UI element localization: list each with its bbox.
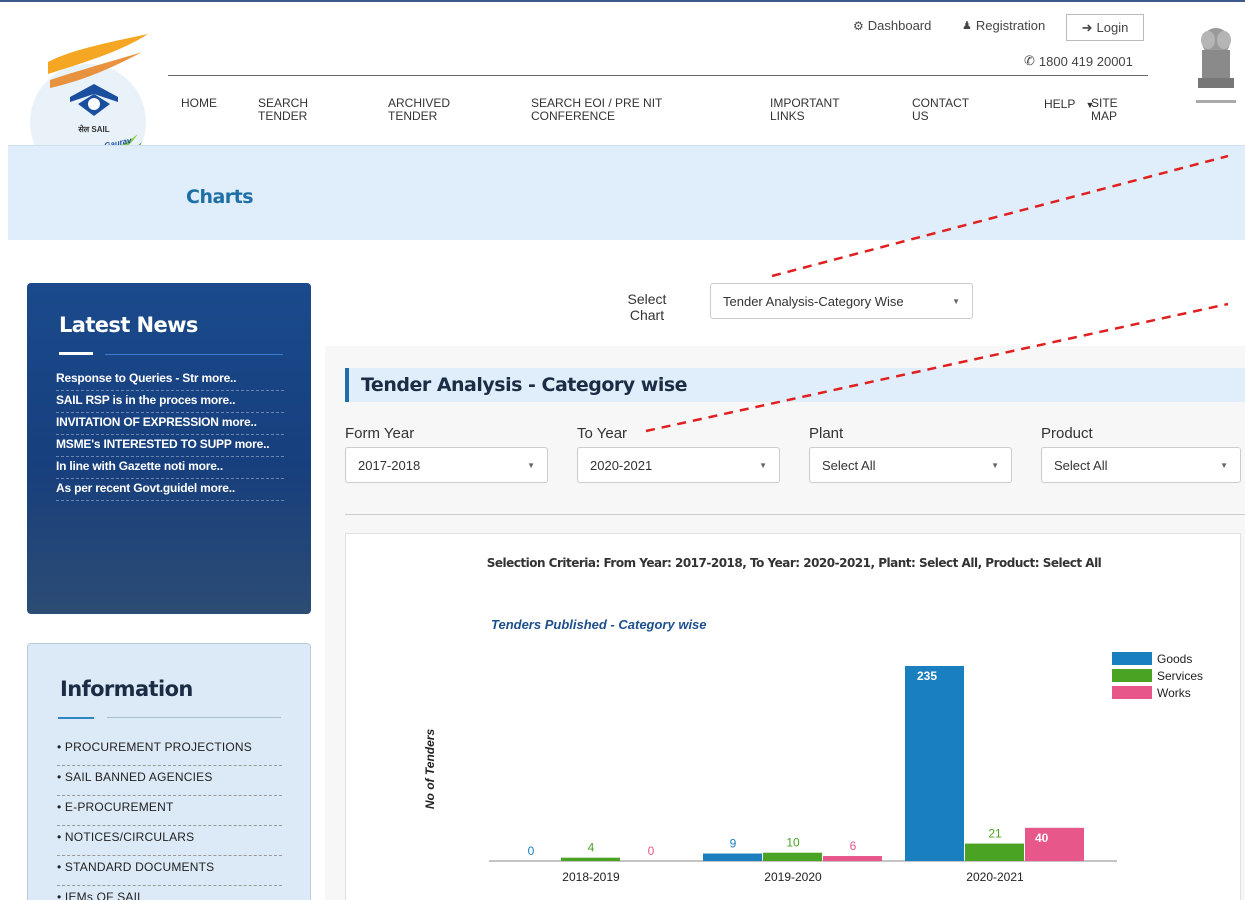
x-tick-label: 2019-2020	[764, 870, 822, 884]
news-item[interactable]: SAIL RSP is in the proces more..	[56, 391, 284, 413]
y-axis-label: No of Tenders	[423, 729, 437, 810]
news-item[interactable]: In line with Gazette noti more..	[56, 457, 284, 479]
title-underline-line	[105, 354, 283, 355]
legend-swatch	[1112, 686, 1152, 699]
information-panel: Information • PROCUREMENT PROJECTIONS • …	[27, 643, 311, 900]
to-year-select[interactable]: 2020-2021 ▼	[577, 447, 780, 483]
filter-divider	[345, 514, 1245, 515]
plant-select[interactable]: Select All ▼	[809, 447, 1012, 483]
select-chart-label: Select Chart	[627, 291, 667, 323]
news-item[interactable]: MSME's INTERESTED TO SUPP more..	[56, 435, 284, 457]
section-header: Tender Analysis - Category wise	[345, 368, 1245, 402]
user-icon: ♟	[962, 20, 972, 32]
top-border	[0, 0, 1245, 2]
news-item[interactable]: Response to Queries - Str more..	[56, 369, 284, 391]
nav-help[interactable]: HELP ▼	[1044, 97, 1094, 111]
bar-works	[823, 856, 882, 861]
x-tick-label: 2020-2021	[966, 870, 1024, 884]
chevron-down-icon: ▼	[952, 297, 960, 306]
data-label: 0	[528, 844, 535, 858]
data-label: 40	[1035, 831, 1049, 845]
chevron-down-icon: ▼	[1220, 461, 1228, 470]
bar-works	[1025, 827, 1084, 861]
x-tick-label: 2018-2019	[562, 870, 620, 884]
nav-search-tender[interactable]: SEARCH TENDER	[258, 97, 318, 123]
product-select[interactable]: Select All ▼	[1041, 447, 1241, 483]
legend-label: Services	[1157, 669, 1203, 683]
news-list: Response to Queries - Str more.. SAIL RS…	[56, 369, 284, 501]
tenders-chart: Tenders Published - Category wise No of T…	[423, 617, 1203, 900]
chart-title: Tenders Published - Category wise	[491, 617, 707, 632]
info-link[interactable]: • NOTICES/CIRCULARS	[57, 826, 282, 856]
data-label: 4	[588, 841, 595, 855]
legend-label: Goods	[1157, 652, 1192, 666]
select-chart-dropdown[interactable]: Tender Analysis-Category Wise ▼	[710, 283, 973, 319]
to-year-label: To Year	[577, 425, 628, 442]
data-label: 235	[917, 669, 937, 683]
sign-in-icon: ➜	[1081, 19, 1093, 35]
chevron-down-icon: ▼	[759, 461, 767, 470]
chevron-down-icon: ▼	[991, 461, 999, 470]
title-underline-line	[107, 717, 281, 718]
news-item[interactable]: As per recent Govt.guidel more..	[56, 479, 284, 501]
data-label: 6	[850, 839, 857, 853]
information-list: • PROCUREMENT PROJECTIONS • SAIL BANNED …	[57, 736, 282, 900]
helpline-phone: ✆ 1800 419 20001	[1024, 53, 1133, 69]
chart-card: Selection Criteria: From Year: 2017-2018…	[345, 533, 1241, 900]
data-label: 9	[730, 837, 737, 851]
logo-mark: सेल SAIL	[77, 124, 109, 134]
nav-site-map[interactable]: SITE MAP	[1091, 97, 1131, 123]
legend-swatch	[1112, 669, 1152, 682]
chevron-down-icon: ▼	[527, 461, 535, 470]
nav-important-links[interactable]: IMPORTANT LINKS	[770, 97, 850, 123]
data-label: 10	[786, 836, 800, 850]
data-label: 0	[648, 844, 655, 858]
bar-services	[965, 843, 1024, 861]
login-button[interactable]: ➜ Login	[1066, 14, 1144, 41]
nav-divider	[168, 75, 1148, 76]
plant-label: Plant	[809, 425, 844, 442]
nav-search-eoi[interactable]: SEARCH EOI / PRE NIT CONFERENCE	[531, 97, 701, 123]
national-emblem	[1188, 20, 1245, 110]
info-link[interactable]: • E-PROCUREMENT	[57, 796, 282, 826]
legend-label: Works	[1157, 686, 1191, 700]
dashboard-link[interactable]: ⚙ Dashboard	[853, 18, 931, 33]
nav-home[interactable]: HOME	[181, 97, 217, 110]
registration-link[interactable]: ♟ Registration	[962, 18, 1045, 33]
title-underline	[58, 717, 94, 719]
bar-goods	[703, 853, 762, 861]
phone-icon: ✆	[1024, 53, 1035, 68]
info-link[interactable]: • PROCUREMENT PROJECTIONS	[57, 736, 282, 766]
dashboard-icon: ⚙	[853, 18, 864, 33]
page-banner: Charts	[8, 145, 1245, 240]
latest-news-panel: Latest News Response to Queries - Str mo…	[27, 283, 311, 614]
title-underline	[59, 352, 93, 355]
information-title: Information	[60, 677, 193, 701]
info-link[interactable]: • IEMs OF SAIL	[57, 886, 282, 900]
page-title: Charts	[186, 186, 254, 208]
nav-archived-tender[interactable]: ARCHIVED TENDER	[388, 97, 458, 123]
data-label: 21	[988, 827, 1002, 841]
section-title: Tender Analysis - Category wise	[361, 374, 688, 396]
product-label: Product	[1041, 425, 1093, 442]
latest-news-title: Latest News	[59, 313, 198, 337]
bar-services	[763, 852, 822, 861]
from-year-select[interactable]: 2017-2018 ▼	[345, 447, 548, 483]
info-link[interactable]: • SAIL BANNED AGENCIES	[57, 766, 282, 796]
info-link[interactable]: • STANDARD DOCUMENTS	[57, 856, 282, 886]
bar-services	[561, 857, 620, 861]
news-item[interactable]: INVITATION OF EXPRESSION more..	[56, 413, 284, 435]
from-year-label: Form Year	[345, 425, 415, 442]
nav-contact-us[interactable]: CONTACT US	[912, 97, 977, 123]
bar-goods	[905, 666, 964, 861]
legend-swatch	[1112, 652, 1152, 665]
